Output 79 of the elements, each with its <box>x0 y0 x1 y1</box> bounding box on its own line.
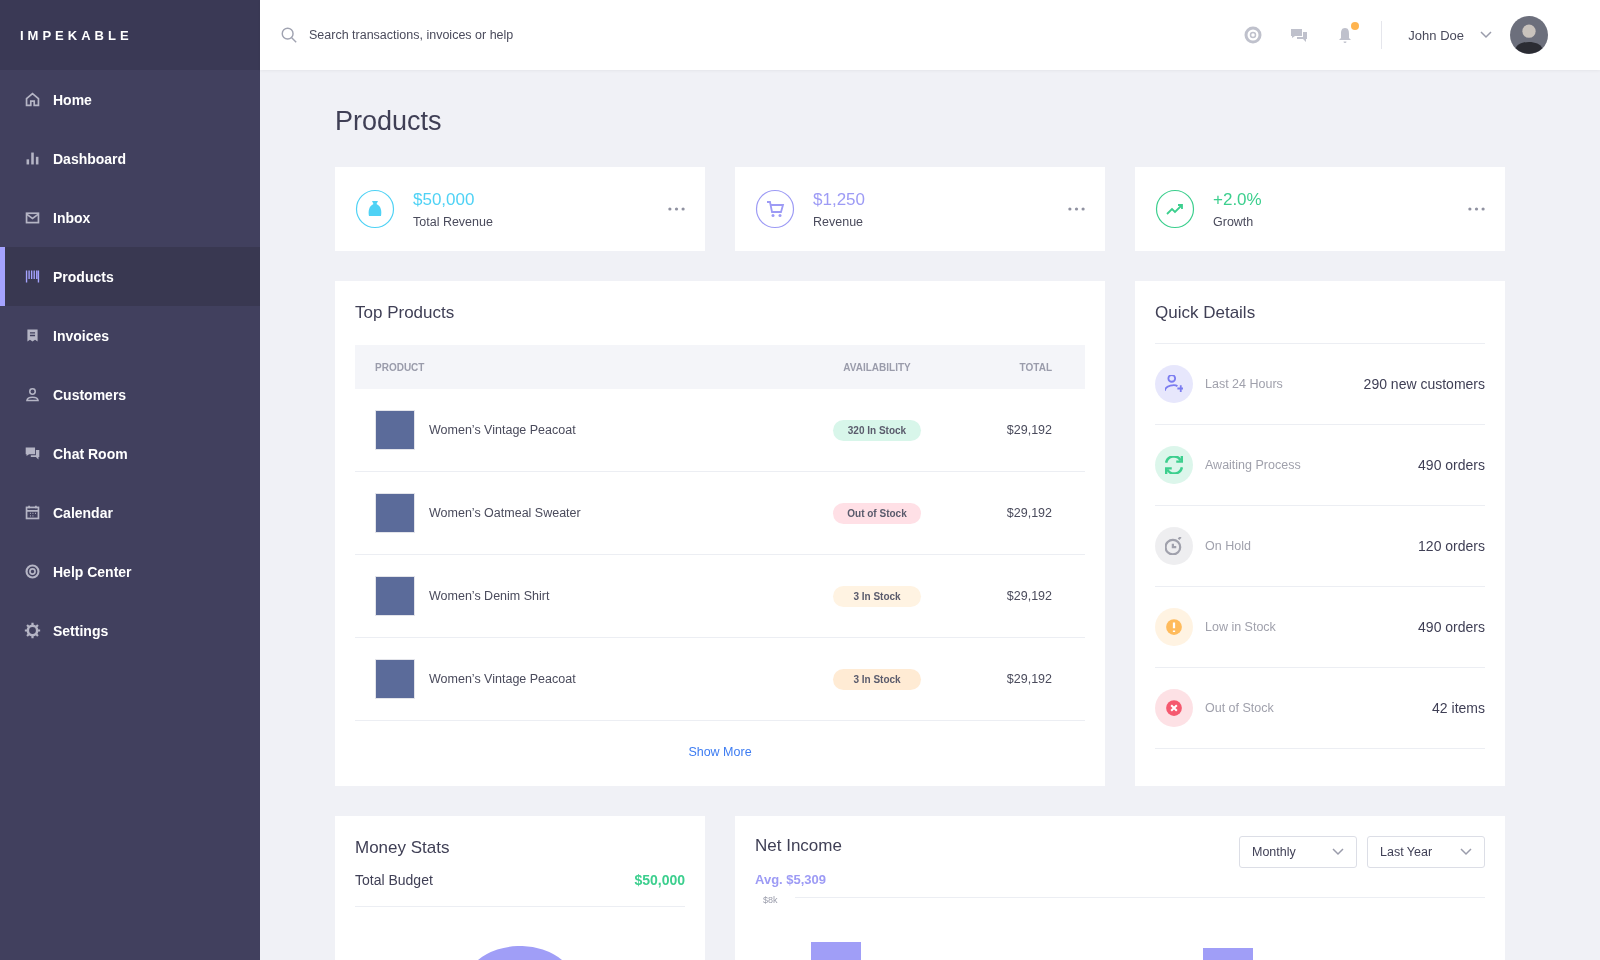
detail-label: Awaiting Process <box>1205 458 1302 472</box>
product-name: Women’s Vintage Peacoat <box>429 672 576 686</box>
search-icon <box>280 26 298 44</box>
detail-value: 490 orders <box>1418 619 1485 635</box>
gear-icon <box>24 622 41 639</box>
availability-badge: 320 In Stock <box>833 419 921 441</box>
more-icon[interactable] <box>668 207 685 211</box>
stat-value: $50,000 <box>413 189 476 210</box>
chevron-down-icon <box>1460 848 1472 856</box>
help-icon <box>24 563 41 580</box>
chevron-down-icon <box>1332 848 1344 856</box>
average-value: Avg. $5,309 <box>755 872 828 887</box>
chevron-down-icon[interactable] <box>1480 31 1492 39</box>
stat-value: $1,250 <box>813 189 866 210</box>
detail-value: 490 orders <box>1418 457 1485 473</box>
chart-bar <box>811 942 861 960</box>
sidebar-item[interactable]: Customers <box>0 365 260 424</box>
more-icon[interactable] <box>1068 207 1085 211</box>
column-header: TOTAL <box>1018 361 1053 373</box>
total-cell: $29,192 <box>1006 589 1052 603</box>
detail-label: Low in Stock <box>1205 620 1277 634</box>
brand-logo: IMPEKABLE <box>20 27 133 43</box>
sidebar-item[interactable]: Home <box>0 70 260 129</box>
photo-placeholder <box>375 410 415 450</box>
detail-value: 42 items <box>1432 700 1485 716</box>
sidebar-item[interactable]: Invoices <box>0 306 260 365</box>
barcode-icon <box>24 268 41 285</box>
sidebar-item[interactable]: Dashboard <box>0 129 260 188</box>
filter-dropdown[interactable]: Last Year <box>1367 836 1485 868</box>
receipt-icon <box>24 327 41 344</box>
total-cell: $29,192 <box>1006 672 1052 686</box>
card-title: Quick Details <box>1155 303 1485 344</box>
sidebar-item[interactable]: Calendar <box>0 483 260 542</box>
sidebar-item[interactable]: Inbox <box>0 188 260 247</box>
availability-badge: 3 In Stock <box>833 585 921 607</box>
detail-label: Last 24 Hours <box>1205 377 1284 391</box>
product-name: Women’s Denim Shirt <box>429 589 550 603</box>
page-title: Products <box>335 106 443 137</box>
availability-badge: 3 In Stock <box>833 668 921 690</box>
availability-badge: Out of Stock <box>833 502 921 524</box>
column-header: PRODUCT <box>374 361 426 373</box>
chart-bar <box>1203 948 1253 960</box>
help-icon[interactable] <box>1243 25 1264 45</box>
sidebar-item[interactable]: Products <box>0 247 260 306</box>
photo-placeholder <box>375 659 415 699</box>
card-title: Money Stats <box>355 838 451 858</box>
budget-value: $50,000 <box>634 872 685 888</box>
more-icon[interactable] <box>1468 207 1485 211</box>
stat-label: Growth <box>1213 214 1255 229</box>
home-icon <box>24 91 41 108</box>
photo-placeholder <box>375 493 415 533</box>
calendar-icon <box>24 504 41 521</box>
detail-label: On Hold <box>1205 539 1252 553</box>
stat-value: +2.0% <box>1213 189 1263 210</box>
sidebar-item[interactable]: Settings <box>0 601 260 660</box>
axis-tick-label: $8k <box>763 895 779 905</box>
budget-label: Total Budget <box>355 872 433 888</box>
sidebar-item[interactable]: Help Center <box>0 542 260 601</box>
mail-icon <box>24 209 41 226</box>
product-name: Women’s Oatmeal Sweater <box>429 506 581 520</box>
sidebar-item[interactable]: Chat Room <box>0 424 260 483</box>
card-title: Top Products <box>355 303 456 323</box>
total-cell: $29,192 <box>1006 423 1052 437</box>
filter-dropdown[interactable]: Monthly <box>1239 836 1357 868</box>
show-more-link[interactable]: Show More <box>688 745 752 759</box>
column-header: AVAILABILITY <box>842 361 912 373</box>
user-icon <box>24 386 41 403</box>
product-name: Women’s Vintage Peacoat <box>429 423 576 437</box>
detail-label: Out of Stock <box>1205 701 1275 715</box>
stat-label: Total Revenue <box>413 214 494 229</box>
total-cell: $29,192 <box>1006 506 1052 520</box>
photo-placeholder <box>375 576 415 616</box>
user-name[interactable]: John Doe <box>1408 27 1464 43</box>
bars-icon <box>24 150 41 167</box>
card-title: Net Income <box>755 836 842 856</box>
detail-value: 290 new customers <box>1363 376 1485 392</box>
stat-label: Revenue <box>813 214 865 229</box>
avatar-silhouette[interactable] <box>1510 16 1548 54</box>
detail-value: 120 orders <box>1418 538 1485 554</box>
